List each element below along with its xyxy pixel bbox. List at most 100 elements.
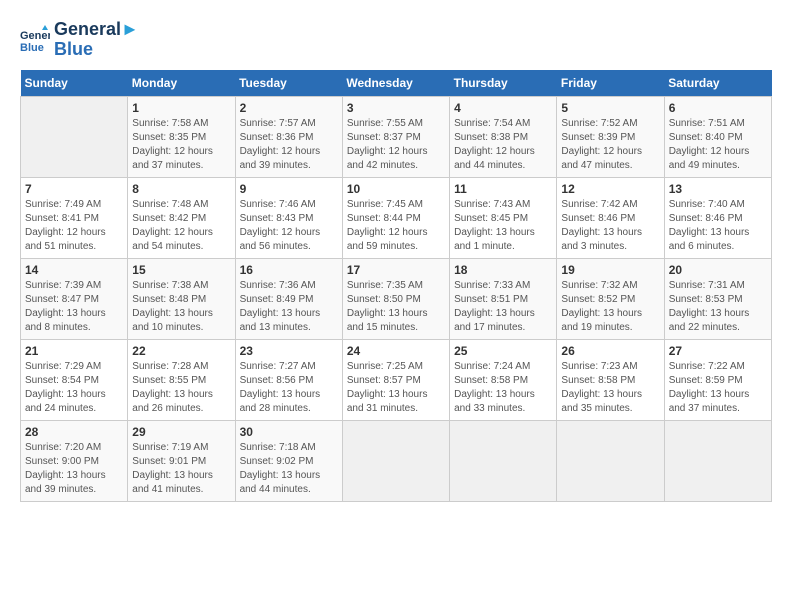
calendar-cell: 25 Sunrise: 7:24 AM Sunset: 8:58 PM Dayli… [450, 339, 557, 420]
day-number: 21 [25, 344, 123, 358]
calendar-cell: 24 Sunrise: 7:25 AM Sunset: 8:57 PM Dayli… [342, 339, 449, 420]
calendar-cell: 18 Sunrise: 7:33 AM Sunset: 8:51 PM Dayli… [450, 258, 557, 339]
calendar-cell: 10 Sunrise: 7:45 AM Sunset: 8:44 PM Dayli… [342, 177, 449, 258]
day-number: 16 [240, 263, 338, 277]
cell-content: Sunrise: 7:58 AM Sunset: 8:35 PM Dayligh… [132, 117, 230, 173]
cell-content: Sunrise: 7:52 AM Sunset: 8:39 PM Dayligh… [561, 117, 659, 173]
header-row: SundayMondayTuesdayWednesdayThursdayFrid… [21, 70, 772, 97]
svg-text:Blue: Blue [20, 42, 44, 54]
calendar-cell: 14 Sunrise: 7:39 AM Sunset: 8:47 PM Dayli… [21, 258, 128, 339]
cell-content: Sunrise: 7:32 AM Sunset: 8:52 PM Dayligh… [561, 279, 659, 335]
day-number: 11 [454, 182, 552, 196]
cell-content: Sunrise: 7:29 AM Sunset: 8:54 PM Dayligh… [25, 360, 123, 416]
day-number: 29 [132, 425, 230, 439]
logo-icon: General Blue [20, 25, 50, 55]
day-number: 30 [240, 425, 338, 439]
cell-content: Sunrise: 7:45 AM Sunset: 8:44 PM Dayligh… [347, 198, 445, 254]
cell-content: Sunrise: 7:24 AM Sunset: 8:58 PM Dayligh… [454, 360, 552, 416]
day-number: 23 [240, 344, 338, 358]
calendar-cell: 2 Sunrise: 7:57 AM Sunset: 8:36 PM Daylig… [235, 96, 342, 177]
calendar-cell: 5 Sunrise: 7:52 AM Sunset: 8:39 PM Daylig… [557, 96, 664, 177]
calendar-cell: 19 Sunrise: 7:32 AM Sunset: 8:52 PM Dayli… [557, 258, 664, 339]
calendar-cell [450, 420, 557, 501]
calendar-cell: 6 Sunrise: 7:51 AM Sunset: 8:40 PM Daylig… [664, 96, 771, 177]
calendar-cell: 8 Sunrise: 7:48 AM Sunset: 8:42 PM Daylig… [128, 177, 235, 258]
week-row: 7Sunrise: 7:49 AM Sunset: 8:41 PM Daylig… [21, 177, 772, 258]
logo-text: General► Blue [54, 20, 139, 60]
day-header-saturday: Saturday [664, 70, 771, 97]
day-number: 2 [240, 101, 338, 115]
day-number: 19 [561, 263, 659, 277]
day-header-monday: Monday [128, 70, 235, 97]
svg-text:General: General [20, 30, 50, 42]
day-header-friday: Friday [557, 70, 664, 97]
day-number: 20 [669, 263, 767, 277]
cell-content: Sunrise: 7:39 AM Sunset: 8:47 PM Dayligh… [25, 279, 123, 335]
cell-content: Sunrise: 7:23 AM Sunset: 8:58 PM Dayligh… [561, 360, 659, 416]
cell-content: Sunrise: 7:51 AM Sunset: 8:40 PM Dayligh… [669, 117, 767, 173]
cell-content: Sunrise: 7:25 AM Sunset: 8:57 PM Dayligh… [347, 360, 445, 416]
cell-content: Sunrise: 7:54 AM Sunset: 8:38 PM Dayligh… [454, 117, 552, 173]
day-header-thursday: Thursday [450, 70, 557, 97]
cell-content: Sunrise: 7:38 AM Sunset: 8:48 PM Dayligh… [132, 279, 230, 335]
day-number: 25 [454, 344, 552, 358]
cell-content: Sunrise: 7:31 AM Sunset: 8:53 PM Dayligh… [669, 279, 767, 335]
day-header-tuesday: Tuesday [235, 70, 342, 97]
calendar-cell: 21 Sunrise: 7:29 AM Sunset: 8:54 PM Dayli… [21, 339, 128, 420]
calendar-cell [342, 420, 449, 501]
cell-content: Sunrise: 7:28 AM Sunset: 8:55 PM Dayligh… [132, 360, 230, 416]
day-number: 28 [25, 425, 123, 439]
cell-content: Sunrise: 7:43 AM Sunset: 8:45 PM Dayligh… [454, 198, 552, 254]
day-number: 4 [454, 101, 552, 115]
cell-content: Sunrise: 7:35 AM Sunset: 8:50 PM Dayligh… [347, 279, 445, 335]
calendar-cell: 3 Sunrise: 7:55 AM Sunset: 8:37 PM Daylig… [342, 96, 449, 177]
day-number: 18 [454, 263, 552, 277]
cell-content: Sunrise: 7:20 AM Sunset: 9:00 PM Dayligh… [25, 441, 123, 497]
day-number: 27 [669, 344, 767, 358]
week-row: 21 Sunrise: 7:29 AM Sunset: 8:54 PM Dayli… [21, 339, 772, 420]
cell-content: Sunrise: 7:22 AM Sunset: 8:59 PM Dayligh… [669, 360, 767, 416]
cell-content: Sunrise: 7:57 AM Sunset: 8:36 PM Dayligh… [240, 117, 338, 173]
week-row: 1 Sunrise: 7:58 AM Sunset: 8:35 PM Daylig… [21, 96, 772, 177]
day-number: 6 [669, 101, 767, 115]
cell-content: Sunrise: 7:40 AM Sunset: 8:46 PM Dayligh… [669, 198, 767, 254]
cell-content: Sunrise: 7:36 AM Sunset: 8:49 PM Dayligh… [240, 279, 338, 335]
cell-content: Sunrise: 7:27 AM Sunset: 8:56 PM Dayligh… [240, 360, 338, 416]
calendar-cell: 29 Sunrise: 7:19 AM Sunset: 9:01 PM Dayli… [128, 420, 235, 501]
cell-content: Sunrise: 7:55 AM Sunset: 8:37 PM Dayligh… [347, 117, 445, 173]
day-number: 7 [25, 182, 123, 196]
cell-content: Sunrise: 7:48 AM Sunset: 8:42 PM Dayligh… [132, 198, 230, 254]
day-number: 26 [561, 344, 659, 358]
calendar-cell: 26 Sunrise: 7:23 AM Sunset: 8:58 PM Dayli… [557, 339, 664, 420]
day-number: 9 [240, 182, 338, 196]
calendar-cell: 15Sunrise: 7:38 AM Sunset: 8:48 PM Dayli… [128, 258, 235, 339]
calendar-cell: 23 Sunrise: 7:27 AM Sunset: 8:56 PM Dayli… [235, 339, 342, 420]
day-number: 5 [561, 101, 659, 115]
cell-content: Sunrise: 7:18 AM Sunset: 9:02 PM Dayligh… [240, 441, 338, 497]
day-number: 10 [347, 182, 445, 196]
calendar-cell [21, 96, 128, 177]
calendar-cell: 28 Sunrise: 7:20 AM Sunset: 9:00 PM Dayli… [21, 420, 128, 501]
week-row: 28 Sunrise: 7:20 AM Sunset: 9:00 PM Dayli… [21, 420, 772, 501]
day-header-wednesday: Wednesday [342, 70, 449, 97]
calendar-cell: 27 Sunrise: 7:22 AM Sunset: 8:59 PM Dayli… [664, 339, 771, 420]
day-header-sunday: Sunday [21, 70, 128, 97]
week-row: 14 Sunrise: 7:39 AM Sunset: 8:47 PM Dayli… [21, 258, 772, 339]
day-number: 1 [132, 101, 230, 115]
day-number: 17 [347, 263, 445, 277]
day-number: 8 [132, 182, 230, 196]
cell-content: Sunrise: 7:33 AM Sunset: 8:51 PM Dayligh… [454, 279, 552, 335]
cell-content: Sunrise: 7:19 AM Sunset: 9:01 PM Dayligh… [132, 441, 230, 497]
calendar-cell: 12Sunrise: 7:42 AM Sunset: 8:46 PM Dayli… [557, 177, 664, 258]
calendar-cell: 22Sunrise: 7:28 AM Sunset: 8:55 PM Dayli… [128, 339, 235, 420]
day-number: 13 [669, 182, 767, 196]
calendar-cell [557, 420, 664, 501]
day-number: 24 [347, 344, 445, 358]
cell-content: Sunrise: 7:46 AM Sunset: 8:43 PM Dayligh… [240, 198, 338, 254]
calendar-cell: 4 Sunrise: 7:54 AM Sunset: 8:38 PM Daylig… [450, 96, 557, 177]
logo: General Blue General► Blue [20, 20, 139, 60]
day-number: 3 [347, 101, 445, 115]
calendar-cell: 13 Sunrise: 7:40 AM Sunset: 8:46 PM Dayli… [664, 177, 771, 258]
day-number: 14 [25, 263, 123, 277]
calendar-cell: 1 Sunrise: 7:58 AM Sunset: 8:35 PM Daylig… [128, 96, 235, 177]
